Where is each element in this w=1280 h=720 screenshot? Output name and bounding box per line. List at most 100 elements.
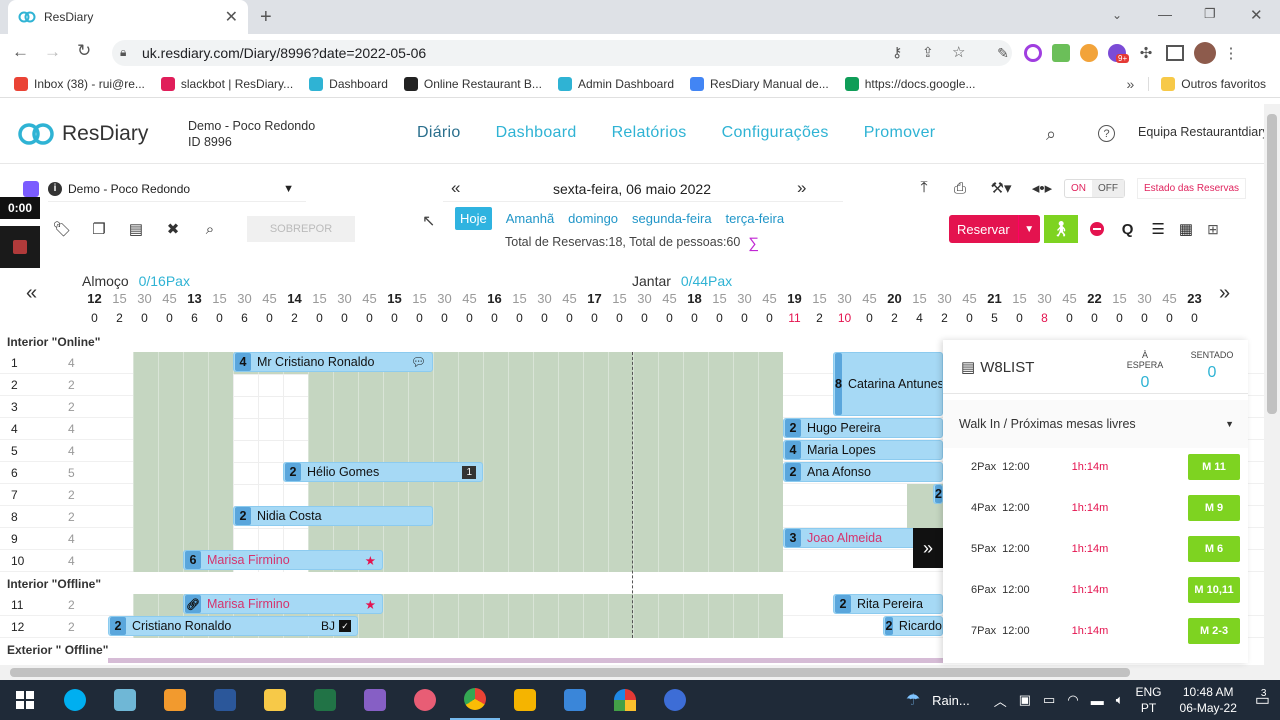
- current-date[interactable]: sexta-feira, 06 maio 2022: [443, 181, 821, 197]
- windows-start-icon[interactable]: [0, 680, 50, 720]
- word-icon[interactable]: [200, 680, 250, 720]
- user-name[interactable]: Equipa Restaurantdiary: [1138, 125, 1264, 139]
- toggle-off[interactable]: OFF: [1092, 179, 1124, 197]
- restore-icon[interactable]: ❐: [1204, 6, 1216, 22]
- list-view-icon[interactable]: ☰: [1151, 220, 1164, 238]
- reservar-button[interactable]: Reservar: [949, 215, 1018, 243]
- blocked-icon[interactable]: [1089, 222, 1104, 236]
- share-icon[interactable]: ⇪: [922, 44, 934, 61]
- waitlist-table-button[interactable]: M 6: [1188, 535, 1240, 562]
- user-remove-icon[interactable]: ✖: [159, 217, 187, 241]
- recording-widget[interactable]: [0, 226, 40, 268]
- next-day-icon[interactable]: »: [797, 178, 806, 198]
- waitlist-table-button[interactable]: M 2-3: [1188, 617, 1240, 644]
- bookmark-item[interactable]: Inbox (38) - rui@re...: [6, 76, 153, 91]
- quick-date-segunda[interactable]: segunda-feira: [632, 211, 712, 226]
- nav-diario[interactable]: Diário: [417, 124, 461, 142]
- q-button[interactable]: Q: [1122, 221, 1134, 238]
- booking-maria-lopes[interactable]: 4 Maria Lopes: [783, 440, 943, 460]
- star-bookmark-icon[interactable]: ☆: [952, 43, 965, 61]
- forward-icon[interactable]: →: [44, 42, 61, 62]
- walkin-dropdown[interactable]: Walk In / Próximas mesas livres ▼: [943, 400, 1248, 448]
- booking-nidia-costa[interactable]: 2 Nidia Costa: [233, 506, 433, 526]
- camera-icon[interactable]: ▣: [1019, 692, 1031, 708]
- bookmark-item[interactable]: Admin Dashboard: [550, 76, 682, 91]
- visual-studio-icon[interactable]: [350, 680, 400, 720]
- toggle-on[interactable]: ON: [1065, 180, 1092, 197]
- help-icon[interactable]: ?: [1098, 125, 1115, 142]
- booking-catarina-antunes[interactable]: 8 Catarina Antunes: [833, 352, 943, 416]
- weather-text[interactable]: Rain...: [932, 693, 970, 708]
- booking-rita-pereira[interactable]: 2 Rita Pereira: [833, 594, 943, 614]
- logo[interactable]: ResDiary: [16, 122, 148, 146]
- walk-in-icon[interactable]: 🚶︎: [1043, 215, 1078, 243]
- bug-ext-icon[interactable]: 9+: [1108, 44, 1130, 63]
- search-list-icon[interactable]: ⌕: [196, 217, 224, 241]
- bookmark-item[interactable]: Dashboard: [301, 76, 396, 91]
- grid-view-icon[interactable]: ▦: [1179, 220, 1193, 238]
- puzzle-icon[interactable]: ✣: [1136, 44, 1156, 62]
- sigma-icon[interactable]: ∑: [748, 235, 759, 252]
- close-tab-icon[interactable]: ✕: [225, 7, 238, 27]
- volume-icon[interactable]: 🔈︎: [1116, 692, 1124, 708]
- teams-chat-icon[interactable]: [500, 680, 550, 720]
- table-view-icon[interactable]: ⊞: [1207, 221, 1219, 238]
- bookmark-item[interactable]: ResDiary Manual de...: [682, 76, 837, 91]
- booking-ricardo[interactable]: 2 Ricardo: [883, 616, 943, 636]
- file-explorer-icon[interactable]: [250, 680, 300, 720]
- vertical-scroll-thumb[interactable]: [1267, 114, 1277, 414]
- estado-reservas-button[interactable]: Estado das Reservas: [1137, 177, 1247, 199]
- nav-dashboard[interactable]: Dashboard: [496, 124, 577, 142]
- print-icon[interactable]: ⎙: [946, 176, 974, 200]
- pinwheel-ext-icon[interactable]: [1080, 44, 1098, 62]
- venue-select[interactable]: i Demo - Poco Redondo ▼: [48, 176, 306, 202]
- tag-icon[interactable]: 🏷︎: [48, 217, 76, 241]
- booking-marisa-firmino-linked[interactable]: 🔗︎ Marisa Firmino ★: [183, 594, 383, 614]
- menu-dots-icon[interactable]: ⋮: [1224, 44, 1239, 62]
- sidepanel-icon[interactable]: [1166, 45, 1184, 61]
- tab-search-icon[interactable]: ⌄: [1112, 8, 1122, 22]
- booking-marisa-firmino[interactable]: 6 Marisa Firmino ★: [183, 550, 383, 570]
- notepad-icon[interactable]: [100, 680, 150, 720]
- battery-plug-icon[interactable]: ▭: [1043, 692, 1055, 708]
- quick-date-terca[interactable]: terça-feira: [726, 211, 785, 226]
- waitlist-row[interactable]: 6Pax 12:00 1h:14m M 10,11: [943, 569, 1248, 610]
- nav-relatorios[interactable]: Relatórios: [612, 124, 687, 142]
- card-icon[interactable]: ▤: [122, 217, 150, 241]
- quick-date-domingo[interactable]: domingo: [568, 211, 618, 226]
- waitlist-table-button[interactable]: M 10,11: [1188, 576, 1240, 603]
- key-icon[interactable]: ⚷: [892, 44, 902, 61]
- notifications-icon[interactable]: ▭ 3: [1255, 688, 1270, 710]
- waitlist-row[interactable]: 4Pax 12:00 1h:14m M 9: [943, 487, 1248, 528]
- close-window-icon[interactable]: ✕: [1250, 6, 1263, 24]
- search-icon[interactable]: ⌕: [1046, 124, 1056, 145]
- skype-icon[interactable]: [50, 680, 100, 720]
- booking-ana-afonso[interactable]: 2 Ana Afonso: [783, 462, 943, 482]
- tray-chevron-icon[interactable]: ︿: [994, 691, 1007, 710]
- nav-promover[interactable]: Promover: [864, 124, 936, 142]
- quick-date-hoje[interactable]: Hoje: [455, 207, 492, 230]
- photo-ext-icon[interactable]: [1052, 44, 1070, 62]
- monitor-icon[interactable]: ▬: [1091, 693, 1104, 708]
- horizontal-scrollbar[interactable]: [0, 665, 1264, 680]
- booking-partial[interactable]: 2: [933, 484, 943, 504]
- arrows-icon[interactable]: ◂•▸: [1028, 176, 1056, 200]
- copy-icon[interactable]: ❐: [85, 217, 113, 241]
- booking-helio-gomes[interactable]: 2 Hélio Gomes 1: [283, 462, 483, 482]
- waitlist-row[interactable]: 2Pax 12:00 1h:14m M 11: [943, 446, 1248, 487]
- reservar-dropdown-icon[interactable]: ▼: [1017, 215, 1040, 243]
- store-icon[interactable]: [550, 680, 600, 720]
- waitlist-row[interactable]: 5Pax 12:00 1h:14m M 6: [943, 528, 1248, 569]
- new-tab-icon[interactable]: +: [260, 6, 272, 29]
- quick-date-amanha[interactable]: Amanhã: [506, 211, 554, 226]
- clock[interactable]: 10:48 AM 06-May-22: [1180, 684, 1237, 716]
- wifi-icon[interactable]: ◠: [1067, 692, 1078, 708]
- on-off-toggle[interactable]: ON OFF: [1064, 178, 1125, 198]
- settings-app-icon[interactable]: [650, 680, 700, 720]
- more-bookmarks-icon[interactable]: »: [1127, 76, 1135, 92]
- bookmark-item[interactable]: slackbot | ResDiary...: [153, 76, 301, 91]
- sobrepor-button[interactable]: SOBREPOR: [247, 216, 355, 242]
- chrome-icon[interactable]: [450, 680, 500, 720]
- bookmark-item[interactable]: Online Restaurant B...: [396, 76, 550, 91]
- tools-dropdown-icon[interactable]: ⚒▾: [982, 176, 1020, 200]
